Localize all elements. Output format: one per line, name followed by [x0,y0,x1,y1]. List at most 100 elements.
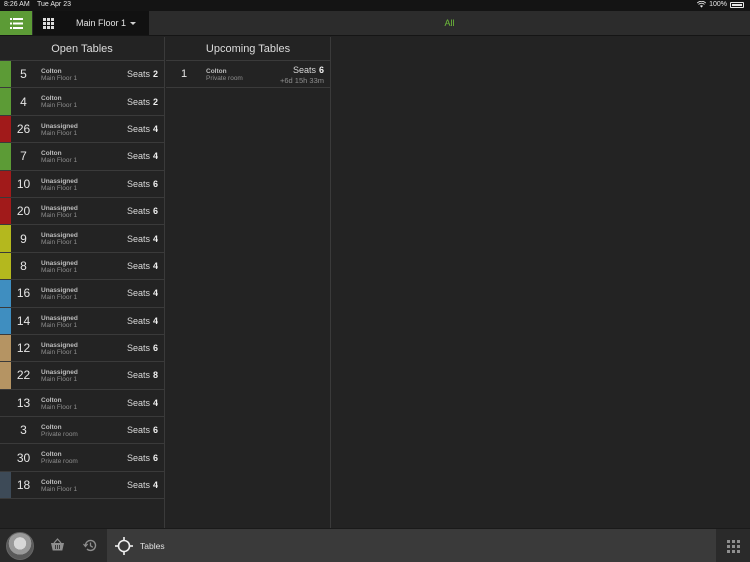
upcoming-tables-list: 1 Colton Private room Seats 6 +6d 15h 33m [166,61,330,88]
seats-label: Seats [126,343,150,354]
seats-count: 6 [152,425,158,436]
seats-count: 4 [152,480,158,491]
bottom-left-group [0,529,107,562]
status-color-bar [0,115,11,143]
seats-info: Seats 4 [127,308,158,334]
seats-count: 2 [152,96,158,107]
seats-count: 4 [152,233,158,244]
status-bar: 8:26 AM Tue Apr 23 100% [0,0,750,11]
table-row[interactable]: 8 Unassigned Main Floor 1 Seats 4 [0,252,164,281]
seats-label: Seats [126,260,150,271]
seats-label: Seats [126,315,150,326]
table-number: 30 [16,450,31,465]
avatar[interactable] [6,532,34,560]
history-icon[interactable] [83,538,98,553]
seats-info: Seats 4 [127,472,158,498]
table-row[interactable]: 18 Colton Main Floor 1 Seats 4 [0,471,164,500]
table-row[interactable]: 22 Unassigned Main Floor 1 Seats 8 [0,362,164,390]
basket-icon[interactable] [50,538,65,552]
keypad-button[interactable] [716,529,750,562]
status-color-bar [0,143,11,170]
status-color-bar [0,471,11,499]
area-name: Main Floor 1 [41,485,78,493]
open-tables-title: Open Tables [0,37,164,61]
seats-label: Seats [126,370,150,381]
seats-label: Seats [126,425,150,436]
status-date: Tue Apr 23 [37,1,71,8]
upcoming-tables-title: Upcoming Tables [166,37,330,61]
grid-view-button[interactable] [33,11,63,35]
seats-count: 4 [152,315,158,326]
crosshair-icon[interactable] [115,537,133,555]
tables-label[interactable]: Tables [140,541,165,551]
table-number: 1 [180,68,188,80]
table-row[interactable]: 7 Colton Main Floor 1 Seats 4 [0,143,164,171]
area-name: Main Floor 1 [41,321,78,329]
seats-count: 8 [152,370,158,381]
seats-info: Seats 4 [127,225,158,251]
seats-count: 4 [152,397,158,408]
table-number: 3 [20,423,27,438]
area-name: Private room [206,75,243,82]
table-row[interactable]: 30 Colton Private room Seats 6 [0,444,164,472]
status-color-bar [0,225,11,252]
seats-count: 4 [152,260,158,271]
area-name: Main Floor 1 [41,211,78,219]
seats-count: 6 [152,343,158,354]
seats-label: Seats [126,480,150,491]
floor-selector[interactable]: Main Floor 1 [63,11,149,35]
upcoming-tables-panel: Upcoming Tables 1 Colton Private room Seats… [166,37,331,528]
table-number: 4 [20,94,27,109]
table-row[interactable]: 13 Colton Main Floor 1 Seats 4 [0,390,164,418]
area-name: Main Floor 1 [41,157,78,165]
status-color-bar [0,61,11,88]
table-number: 22 [16,368,31,383]
list-view-button[interactable] [0,11,32,35]
bottom-toolbar: Tables [0,528,750,562]
status-color-bar [0,280,11,307]
area-name: Main Floor 1 [41,348,78,356]
seats-count: 4 [152,123,158,134]
table-row[interactable]: 4 Colton Main Floor 1 Seats 2 [0,88,164,116]
status-color-bar [0,417,11,443]
table-row[interactable]: 5 Colton Main Floor 1 Seats 2 [0,61,164,89]
table-row[interactable]: 20 Unassigned Main Floor 1 Seats 6 [0,197,164,226]
seats-info: Seats 2 [127,61,158,87]
table-number: 26 [16,121,31,136]
keypad-icon [726,539,740,553]
seats-label: Seats [126,151,150,162]
time-until: +6d 15h 33m [280,76,324,85]
battery-percent: 100% [709,1,727,8]
filter-all[interactable]: All [149,11,750,35]
seats-label: Seats [126,178,150,189]
area-name: Private room [41,458,78,466]
status-color-bar [0,252,11,280]
table-row[interactable]: 16 Unassigned Main Floor 1 Seats 4 [0,280,164,308]
server-name: Colton [206,68,227,75]
status-color-bar [0,334,11,362]
area-name: Main Floor 1 [41,376,78,384]
open-tables-panel: Open Tables 5 Colton Main Floor 1 Seats 2 4 Co… [0,37,165,528]
seats-count: 2 [152,69,158,80]
seats-count: 4 [152,288,158,299]
table-number: 14 [16,313,31,328]
status-color-bar [0,197,11,225]
status-color-bar [0,444,11,470]
seats-count: 4 [152,151,158,162]
table-number: 12 [16,341,31,356]
table-row[interactable]: 9 Unassigned Main Floor 1 Seats 4 [0,225,164,253]
battery-icon [730,1,744,8]
area-name: Main Floor 1 [41,239,78,247]
upcoming-row[interactable]: 1 Colton Private room Seats 6 +6d 15h 33m [166,61,330,88]
seats-info: Seats 2 [127,88,158,114]
seats-label: Seats [126,233,150,244]
area-name: Main Floor 1 [41,403,78,411]
table-row[interactable]: 26 Unassigned Main Floor 1 Seats 4 [0,115,164,144]
table-row[interactable]: 3 Colton Private room Seats 6 [0,417,164,445]
table-row[interactable]: 10 Unassigned Main Floor 1 Seats 6 [0,170,164,198]
seats-count: 6 [318,65,324,75]
table-row[interactable]: 12 Unassigned Main Floor 1 Seats 6 [0,334,164,363]
table-row[interactable]: 14 Unassigned Main Floor 1 Seats 4 [0,307,164,335]
seats-count: 6 [152,206,158,217]
status-color-bar [0,170,11,197]
